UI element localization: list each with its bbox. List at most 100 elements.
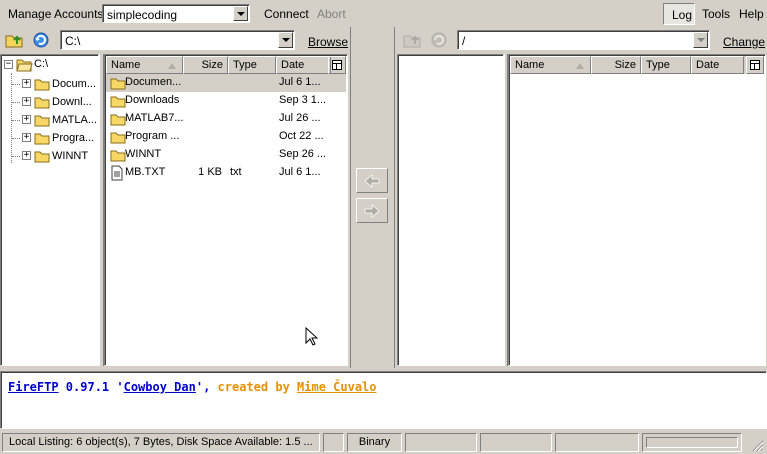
table-row[interactable]: Documen... Jul 6 1...	[106, 74, 346, 92]
file-date: Sep 3 1...	[279, 94, 327, 106]
separator-text: ',	[195, 380, 218, 394]
table-row[interactable]: Downloads Sep 3 1...	[106, 92, 346, 110]
log-toggle-button[interactable]: Log	[663, 3, 695, 25]
expand-toggle[interactable]: +	[22, 115, 31, 124]
fireftp-link[interactable]: FireFTP	[8, 380, 59, 394]
folder-icon	[34, 151, 50, 163]
table-row[interactable]: Program ... Oct 22 ...	[106, 128, 346, 146]
file-date: Jul 26 ...	[279, 112, 321, 124]
browse-label: Browse	[308, 35, 349, 49]
divider	[394, 27, 395, 368]
created-by-text: created by	[217, 380, 298, 394]
file-name: Program ...	[125, 130, 180, 142]
local-column-header: Name Size Type Date	[106, 56, 346, 74]
column-size-label: Size	[614, 59, 636, 71]
remote-path-combo[interactable]: /	[457, 30, 710, 50]
remote-up-folder-button[interactable]	[402, 31, 422, 49]
remote-file-list[interactable]: Name Size Type Date	[508, 54, 766, 366]
column-date[interactable]: Date	[691, 56, 744, 74]
local-path-combo[interactable]: C:\	[60, 30, 295, 50]
column-picker-icon[interactable]	[746, 56, 764, 74]
expand-toggle[interactable]: +	[22, 79, 31, 88]
tree-item-label[interactable]: Docum...	[52, 78, 96, 90]
tree-connector	[11, 73, 12, 163]
tree-connector	[12, 84, 20, 85]
file-name: WINNT	[125, 148, 162, 160]
column-type[interactable]: Type	[228, 56, 276, 74]
column-name[interactable]: Name	[510, 56, 591, 74]
status-transfer-mode[interactable]: Binary	[347, 433, 402, 452]
left-arrow-icon	[364, 173, 380, 188]
expand-toggle[interactable]: +	[22, 133, 31, 142]
table-row[interactable]: WINNT Sep 26 ...	[106, 146, 346, 164]
column-size[interactable]: Size	[591, 56, 641, 74]
refresh-icon	[431, 32, 447, 48]
top-toolbar: Manage Accounts simplecoding Connect Abo…	[0, 0, 767, 28]
expand-toggle[interactable]: +	[22, 97, 31, 106]
status-cell	[323, 433, 344, 452]
abort-button[interactable]: Abort	[317, 7, 346, 21]
column-type[interactable]: Type	[641, 56, 691, 74]
collapse-toggle[interactable]: −	[4, 60, 13, 69]
tree-connector	[12, 156, 20, 157]
upload-arrow-button[interactable]	[356, 198, 388, 223]
tree-item-label[interactable]: Progra...	[52, 132, 94, 144]
log-panel[interactable]: FireFTP 0.97.1 'Cowboy Dan', created by …	[0, 371, 767, 429]
file-type: txt	[230, 166, 242, 178]
local-file-list[interactable]: Name Size Type Date Documen... Jul 6 1..…	[104, 54, 348, 366]
file-size: 1 KB	[198, 166, 222, 178]
change-button[interactable]: Change	[723, 35, 765, 49]
connect-button[interactable]: Connect	[264, 7, 309, 21]
resize-grip-icon[interactable]	[752, 440, 764, 452]
chevron-down-icon[interactable]	[693, 32, 708, 48]
sort-ascending-icon	[168, 63, 176, 69]
column-type-label: Type	[646, 59, 670, 71]
manage-accounts-label[interactable]: Manage Accounts	[8, 7, 103, 21]
file-date: Jul 6 1...	[279, 166, 321, 178]
mouse-cursor-icon	[305, 327, 318, 346]
remote-folder-tree[interactable]	[397, 54, 504, 366]
column-size[interactable]: Size	[183, 56, 228, 74]
remote-refresh-button[interactable]	[429, 31, 449, 49]
column-name-label: Name	[111, 59, 141, 71]
tree-connector	[12, 102, 20, 103]
column-type-label: Type	[233, 59, 257, 71]
codename-link[interactable]: Cowboy Dan	[124, 380, 196, 394]
folder-icon	[34, 133, 50, 145]
help-menu[interactable]: Help	[739, 7, 764, 21]
expand-toggle[interactable]: +	[22, 151, 31, 160]
sort-ascending-icon	[576, 63, 584, 69]
tools-menu[interactable]: Tools	[702, 7, 730, 21]
divider	[350, 27, 351, 368]
chevron-down-icon[interactable]	[278, 32, 293, 48]
local-up-folder-button[interactable]	[4, 31, 24, 49]
chevron-down-icon[interactable]	[233, 6, 248, 21]
author-link[interactable]: Mime Čuvalo	[297, 380, 376, 394]
change-label: Change	[723, 35, 766, 49]
folder-icon	[34, 79, 50, 91]
column-picker-icon[interactable]	[328, 56, 346, 74]
browse-button[interactable]: Browse	[308, 35, 348, 49]
column-date-label: Date	[281, 59, 305, 71]
file-date: Oct 22 ...	[279, 130, 324, 142]
download-arrow-button[interactable]	[356, 168, 388, 193]
column-name[interactable]: Name	[106, 56, 183, 74]
table-row[interactable]: MATLAB7... Jul 26 ...	[106, 110, 346, 128]
column-size-label: Size	[201, 59, 223, 71]
local-folder-tree[interactable]: − C:\ + Docum... + Downl... + MATLA... +	[0, 54, 99, 366]
folder-icon	[110, 150, 126, 162]
status-listing: Local Listing: 6 object(s), 7 Bytes, Dis…	[2, 433, 320, 452]
right-arrow-icon	[364, 203, 380, 218]
column-date[interactable]: Date	[276, 56, 331, 74]
remote-column-header: Name Size Type Date	[510, 56, 764, 74]
local-refresh-button[interactable]	[31, 31, 51, 49]
local-path-value: C:\	[65, 34, 81, 48]
tree-item-label[interactable]: WINNT	[52, 150, 88, 162]
tree-item-label[interactable]: Downl...	[52, 96, 92, 108]
account-select[interactable]: simplecoding	[102, 4, 250, 23]
tree-item-label[interactable]: MATLA...	[52, 114, 97, 126]
refresh-icon	[33, 32, 49, 48]
folder-icon	[110, 132, 126, 144]
tree-root-label[interactable]: C:\	[34, 58, 48, 70]
table-row[interactable]: MB.TXT 1 KB txt Jul 6 1...	[106, 164, 346, 182]
